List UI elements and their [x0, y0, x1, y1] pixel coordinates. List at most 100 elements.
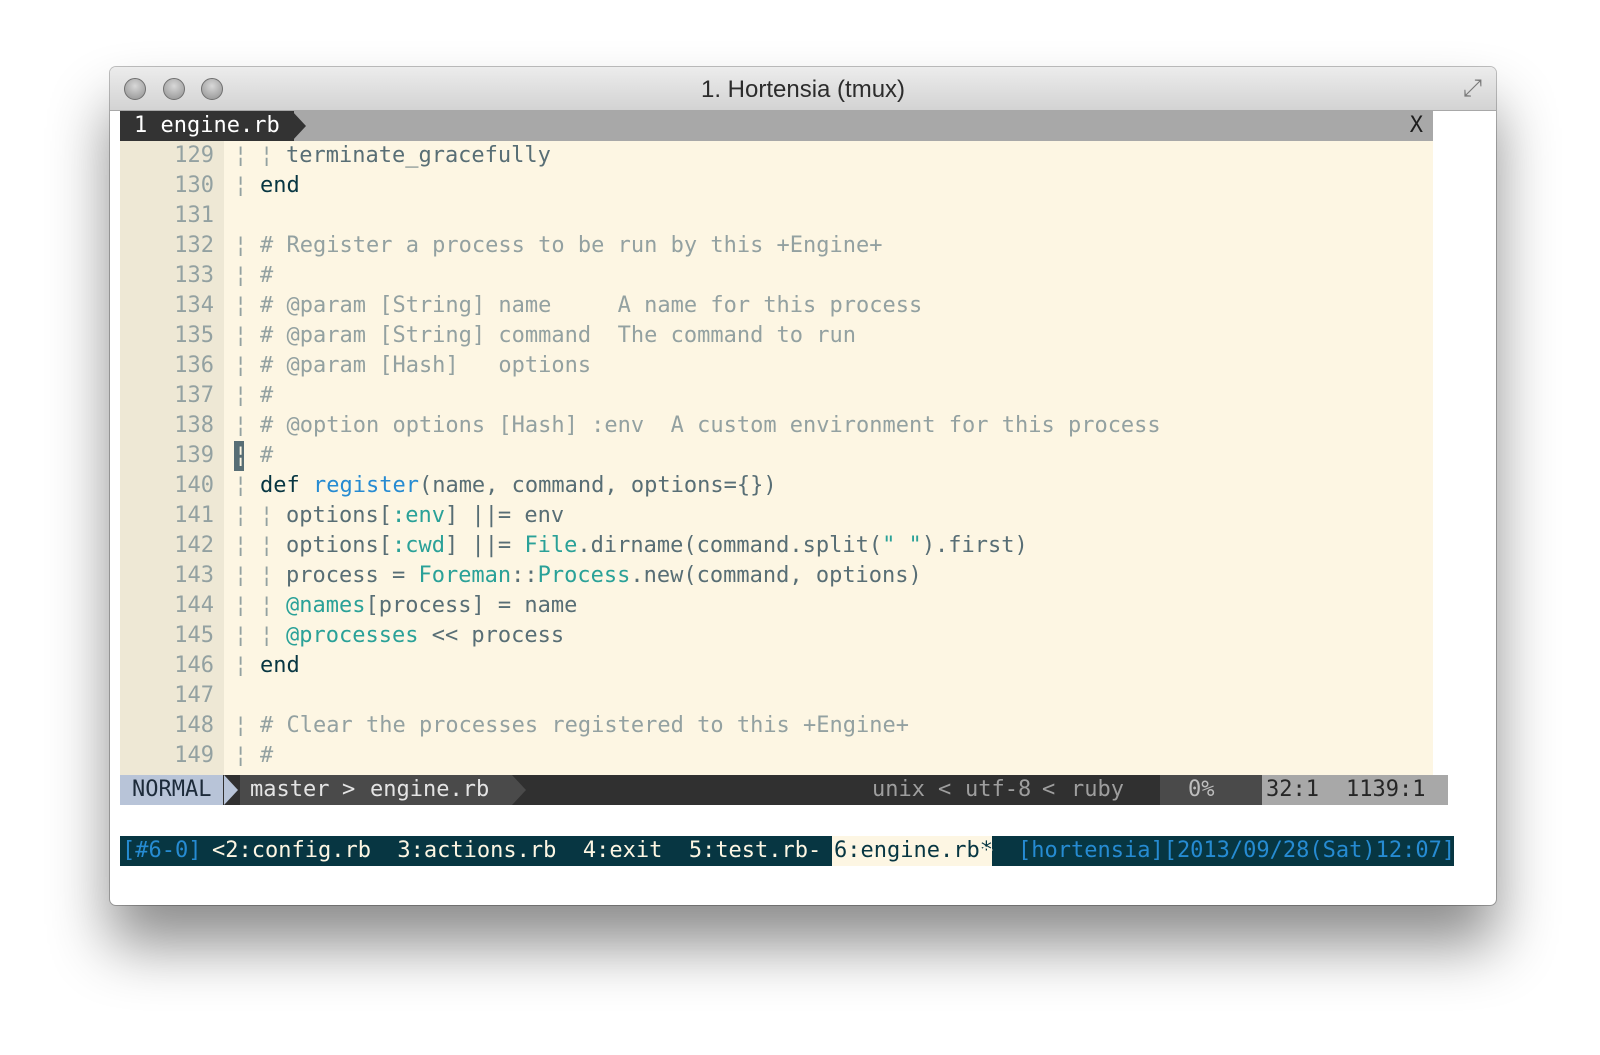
- code-line[interactable]: 149 ¦ #: [120, 741, 1433, 771]
- tmux-window-list[interactable]: <2:config.rb 3:actions.rb 4:exit 5:test.…: [212, 836, 821, 866]
- code-line[interactable]: 147: [120, 681, 1433, 711]
- code-token: Foreman: [418, 563, 512, 588]
- code-line[interactable]: 139 ¦ #: [120, 441, 1433, 471]
- terminal-window: 1. Hortensia (tmux) ⤢ 1 engine.rb X 129 ¦…: [110, 67, 1496, 905]
- code-line[interactable]: 130 ¦ end: [120, 171, 1433, 201]
- terminal-content[interactable]: 1 engine.rb X 129 ¦ ¦ terminate_gracefully 1…: [120, 111, 1486, 898]
- code-text: #: [260, 441, 273, 471]
- code-text: options[:cwd] ||= File.dirname(command.s…: [286, 531, 1028, 561]
- indent-guide: ¦: [234, 743, 248, 768]
- code-text: process = Foreman::Process.new(command, …: [286, 561, 922, 591]
- code-line[interactable]: 145 ¦ ¦ @processes << process: [120, 621, 1433, 651]
- code-text: # Register a process to be run by this +…: [260, 231, 883, 261]
- line-number: 142: [174, 533, 214, 558]
- line-number: 144: [174, 593, 214, 618]
- code-token: # @option options [Hash] :env A custom e…: [260, 413, 1161, 438]
- indent-guide: ¦: [260, 623, 274, 648]
- line-number: 137: [174, 383, 214, 408]
- indent-guide: ¦: [234, 263, 248, 288]
- code-token: ).first): [921, 533, 1028, 558]
- code-line[interactable]: 142 ¦ ¦ options[:cwd] ||= File.dirname(comm…: [120, 531, 1433, 561]
- line-number: 132: [174, 233, 214, 258]
- code-line[interactable]: 133 ¦ #: [120, 261, 1433, 291]
- branch-separator: >: [342, 777, 356, 802]
- code-token: end: [260, 653, 300, 678]
- status-filename: engine.rb: [370, 777, 490, 802]
- indent-guide: ¦: [234, 593, 248, 618]
- line-number: 146: [174, 653, 214, 678]
- tmux-host-datetime: [hortensia][2013/09/28(Sat)12:07]: [1018, 838, 1456, 863]
- code-line[interactable]: 141 ¦ ¦ options[:env] ||= env: [120, 501, 1433, 531]
- code-line[interactable]: 148 ¦ # Clear the processes registered to …: [120, 711, 1433, 741]
- code-text: # @param [String] command The command to…: [260, 321, 856, 351]
- tmux-status-bar: [#6-0] <2:config.rb 3:actions.rb 4:exit …: [120, 836, 1456, 866]
- cursor: ¦: [234, 441, 247, 471]
- code-token: .dirname(command.split(: [577, 533, 883, 558]
- cursor-position-2: 1139:1: [1346, 777, 1426, 802]
- code-line[interactable]: 143 ¦ ¦ process = Foreman::Process.new(comm…: [120, 561, 1433, 591]
- indent-guide: ¦: [234, 413, 248, 438]
- line-number: 149: [174, 743, 214, 768]
- file-type: ruby: [1071, 777, 1124, 802]
- line-number: 130: [174, 173, 214, 198]
- code-line[interactable]: 144 ¦ ¦ @names[process] = name: [120, 591, 1433, 621]
- line-number: 145: [174, 623, 214, 648]
- code-text: #: [260, 381, 273, 411]
- code-line[interactable]: 137 ¦ #: [120, 381, 1433, 411]
- scroll-percent: 0%: [1188, 777, 1215, 802]
- line-number: 138: [174, 413, 214, 438]
- status-separator-icon: [512, 775, 526, 805]
- editor-buffer[interactable]: 129 ¦ ¦ terminate_gracefully 130 ¦ end 131 132 ¦ #…: [120, 141, 1433, 775]
- tmux-current-end: >: [980, 838, 994, 863]
- indent-guide: ¦: [234, 293, 248, 318]
- indent-guide: ¦: [260, 533, 274, 558]
- code-line[interactable]: 134 ¦ # @param [String] name A name for th…: [120, 291, 1433, 321]
- code-line[interactable]: 146 ¦ end: [120, 651, 1433, 681]
- code-token: process =: [286, 563, 419, 588]
- indent-guide: ¦: [234, 353, 248, 378]
- code-line[interactable]: 135 ¦ # @param [String] command The comman…: [120, 321, 1433, 351]
- indent-guide: ¦: [234, 233, 248, 258]
- code-token: # Register a process to be run by this +…: [260, 233, 883, 258]
- code-line[interactable]: 136 ¦ # @param [Hash] options: [120, 351, 1433, 381]
- line-number: 136: [174, 353, 214, 378]
- code-text: # Clear the processes registered to this…: [260, 711, 909, 741]
- code-token: @names: [286, 593, 366, 618]
- code-text: #: [260, 741, 273, 771]
- code-token: << process: [418, 623, 565, 648]
- indent-guide: ¦: [234, 653, 248, 678]
- buffer-tab-engine[interactable]: 1 engine.rb: [120, 111, 294, 141]
- file-format: unix: [872, 777, 925, 802]
- code-text: options[:env] ||= env: [286, 501, 564, 531]
- code-token: File: [524, 533, 578, 558]
- code-token: #: [260, 383, 274, 408]
- code-token: options[: [286, 533, 392, 558]
- line-number: 135: [174, 323, 214, 348]
- line-number: 134: [174, 293, 214, 318]
- code-text: end: [260, 171, 300, 201]
- indent-guide: ¦: [260, 563, 274, 588]
- indent-guide: ¦: [234, 533, 248, 558]
- tmux-session: [#6-0]: [122, 838, 202, 863]
- indent-guide: ¦: [234, 143, 248, 168]
- code-line[interactable]: 140 ¦ def register(name, command, options=…: [120, 471, 1433, 501]
- code-token: ::: [511, 563, 538, 588]
- tmux-current-window[interactable]: 6:engine.rb*: [832, 836, 993, 866]
- code-line[interactable]: 131: [120, 201, 1433, 231]
- code-token: #: [260, 263, 274, 288]
- code-token: #: [260, 743, 274, 768]
- close-tab-button[interactable]: X: [1410, 111, 1423, 141]
- code-token: :cwd: [391, 533, 445, 558]
- code-line[interactable]: 132 ¦ # Register a process to be run by th…: [120, 231, 1433, 261]
- mode-separator-icon: [224, 775, 238, 805]
- code-token: register: [312, 473, 419, 498]
- line-number: 133: [174, 263, 214, 288]
- code-line[interactable]: 129 ¦ ¦ terminate_gracefully: [120, 141, 1433, 171]
- sep-left-icon: <: [938, 777, 952, 802]
- line-number: 141: [174, 503, 214, 528]
- code-token: ] ||=: [444, 533, 525, 558]
- file-encoding: utf-8: [965, 777, 1032, 802]
- code-token: Process: [537, 563, 631, 588]
- fullscreen-icon[interactable]: ⤢: [1463, 75, 1482, 103]
- code-line[interactable]: 138 ¦ # @option options [Hash] :env A cust…: [120, 411, 1433, 441]
